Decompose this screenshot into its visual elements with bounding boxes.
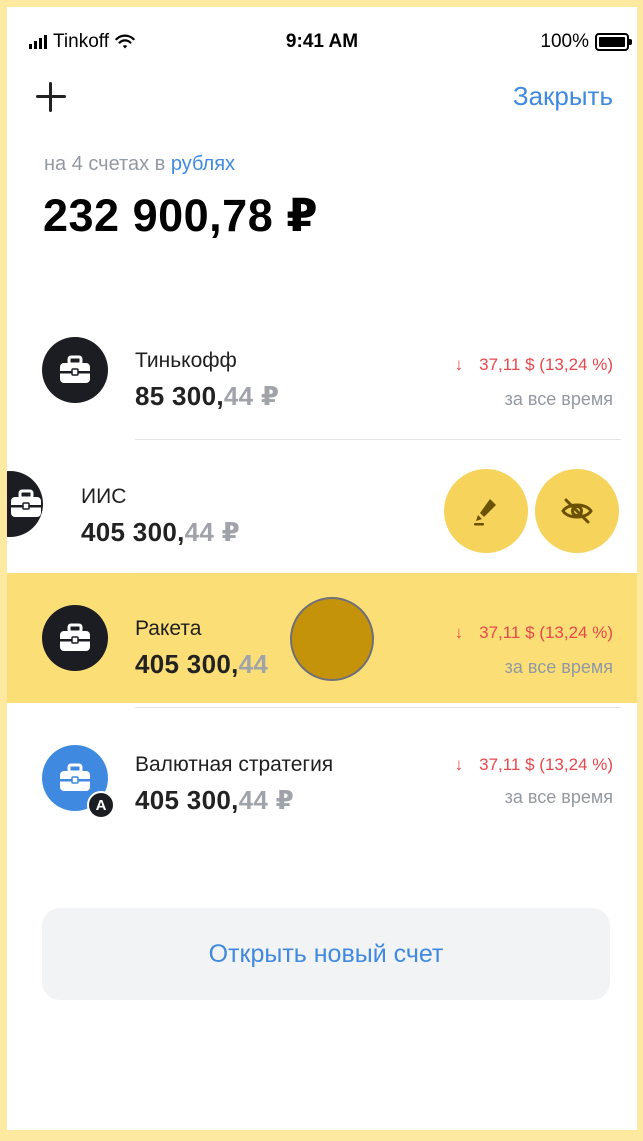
amount-integer: 405 300, (135, 649, 239, 679)
account-period: за все время (504, 389, 613, 409)
edit-button[interactable] (444, 469, 528, 553)
account-change: ↓ 37,11 $ (13,24 %) (455, 755, 613, 775)
battery: 100% (540, 31, 632, 53)
account-name: Ракета (135, 617, 202, 640)
account-change: ↓ 37,11 $ (13,24 %) (455, 623, 613, 643)
amount-integer: 405 300, (81, 517, 185, 547)
briefcase-icon (60, 623, 90, 651)
account-name: Тинькофф (135, 349, 237, 372)
touch-indicator (290, 597, 374, 681)
amount-fraction: 44 ₽ (184, 517, 241, 547)
change-value: 37,11 $ (13,24 %) (479, 623, 613, 642)
autofollow-badge: A (87, 791, 115, 819)
edit-icon (474, 499, 496, 526)
divider (135, 707, 621, 708)
account-avatar (7, 471, 43, 537)
screen: Tinkoff 9:41 AM 100% Закрыть на 4 счетах… (7, 7, 637, 1130)
account-row-currency-strategy[interactable]: Валютная стратегия 405 300,44 ₽ ↓ 37,11 $… (7, 735, 637, 835)
account-name: ИИС (81, 485, 127, 508)
account-row-iis[interactable]: ИИС 405 300,44 ₽ (7, 465, 637, 565)
divider (135, 439, 621, 440)
arrow-down-icon: ↓ (454, 623, 464, 642)
account-amount: 405 300,44 ₽ (135, 785, 294, 816)
close-button[interactable]: Закрыть (513, 81, 613, 112)
hide-eye-icon (561, 498, 593, 524)
add-button[interactable] (33, 79, 69, 115)
battery-label: 100% (540, 31, 589, 52)
currency-link[interactable]: рублях (171, 153, 235, 175)
briefcase-icon (11, 489, 41, 517)
battery-icon (595, 33, 632, 51)
amount-integer: 405 300, (135, 785, 239, 815)
total-balance: 232 900,78 ₽ (43, 190, 319, 241)
account-amount: 405 300,44 ₽ (81, 517, 240, 548)
account-period: за все время (504, 787, 613, 807)
account-change: ↓ 37,11 $ (13,24 %) (455, 355, 613, 375)
account-name: Валютная стратегия (135, 753, 334, 776)
account-avatar (42, 605, 108, 671)
open-account-button[interactable]: Открыть новый счет (42, 908, 610, 1000)
arrow-down-icon: ↓ (454, 755, 464, 774)
summary-prefix: на 4 счетах в (44, 153, 166, 175)
briefcase-icon (60, 355, 90, 383)
amount-fraction: 44 (238, 649, 269, 679)
summary-caption: на 4 счетах в рублях (44, 153, 235, 176)
amount-fraction: 44 ₽ (223, 381, 280, 411)
change-value: 37,11 $ (13,24 %) (479, 755, 613, 774)
status-bar: Tinkoff 9:41 AM 100% (7, 7, 637, 77)
amount-integer: 85 300, (135, 381, 224, 411)
briefcase-icon (60, 763, 90, 791)
change-value: 37,11 $ (13,24 %) (479, 355, 613, 374)
hide-button[interactable] (535, 469, 619, 553)
account-period: за все время (504, 657, 613, 677)
account-amount: 405 300,44 (135, 649, 268, 680)
account-avatar (42, 337, 108, 403)
arrow-down-icon: ↓ (454, 355, 464, 374)
amount-fraction: 44 ₽ (238, 785, 295, 815)
account-row-tinkoff[interactable]: Тинькофф 85 300,44 ₽ ↓ 37,11 $ (13,24 %) … (7, 333, 637, 433)
account-amount: 85 300,44 ₽ (135, 381, 279, 412)
